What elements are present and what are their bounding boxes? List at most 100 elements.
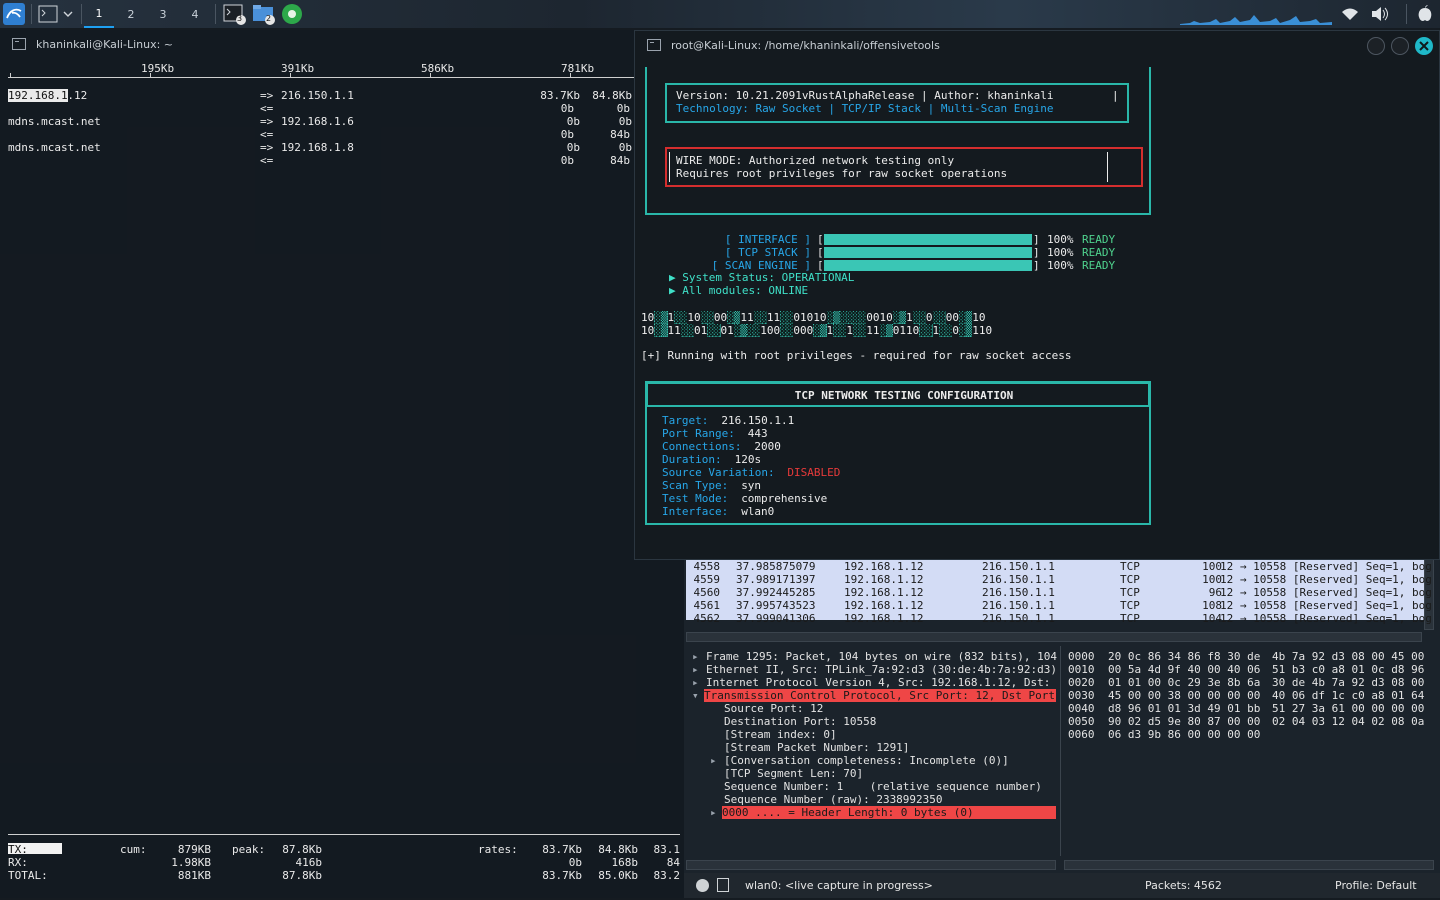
hex-bytes-b: 30 de 4b 7a 92 d3 08 00 xyxy=(1272,676,1425,689)
modules-online: ▶ All modules: ONLINE xyxy=(669,284,809,297)
packet-proto: TCP xyxy=(1120,612,1140,625)
hex-bytes-a: 01 01 00 0c 29 3e 8b 6a xyxy=(1108,676,1261,689)
close-icon xyxy=(1419,41,1429,51)
packet-src: 192.168.1.12 xyxy=(844,586,924,599)
scale-label-3: 586Kb xyxy=(421,62,455,75)
hex-bytes-b: 40 06 df 1c c0 a8 01 64 xyxy=(1272,689,1425,702)
packet-src: 192.168.1.12 xyxy=(844,573,924,586)
config-value: 2000 xyxy=(754,440,781,453)
flow-destination: 216.150.1.1 xyxy=(281,89,354,102)
profile-label[interactable]: Profile: Default xyxy=(1335,879,1417,892)
detail-ethernet[interactable]: Ethernet II, Src: TPLink_7a:92:d3 (30:de… xyxy=(706,663,1057,676)
detail-dst-port[interactable]: Destination Port: 10558 xyxy=(724,715,876,728)
volume-icon[interactable] xyxy=(1369,3,1391,25)
module-name: [ INTERFACE ] xyxy=(724,233,811,246)
hex-offset: 0040 xyxy=(1068,702,1095,715)
warning-line-2: Requires root privileges for raw socket … xyxy=(676,167,1008,180)
workspace-1[interactable]: 1 xyxy=(84,0,114,28)
packet-row[interactable]: 4560 37.992445285 192.168.1.12 216.150.1.1 T… xyxy=(686,586,1432,599)
maximize-button[interactable] xyxy=(1391,37,1409,55)
detail-conversation[interactable]: [Conversation completeness: Incomplete (… xyxy=(724,754,1009,767)
detail-seq[interactable]: Sequence Number: 1 (relative sequence nu… xyxy=(724,780,1042,793)
iftop-titlebar[interactable]: khaninkali@Kali-Linux: ~ xyxy=(0,30,684,58)
flow-arrow-out: => xyxy=(260,115,274,128)
hex-bytes-b: 51 27 3a 61 00 00 00 00 xyxy=(1272,702,1425,715)
packet-list: 4558 37.985875079 192.168.1.12 216.150.1.1 T… xyxy=(686,560,1432,625)
warning-line-1: WIRE MODE: Authorized network testing on… xyxy=(676,154,955,167)
packet-dst: 216.150.1.1 xyxy=(982,560,1055,573)
wifi-icon[interactable] xyxy=(1340,3,1360,25)
root-titlebar[interactable]: root@Kali-Linux: /home/khaninkali/offens… xyxy=(635,31,1440,59)
hex-bytes-b: 02 04 03 12 04 02 08 0a xyxy=(1272,715,1425,728)
module-state: READY xyxy=(1082,233,1116,246)
config-key: Duration: xyxy=(662,453,722,466)
power-menu-icon[interactable] xyxy=(1414,3,1436,25)
config-value: DISABLED xyxy=(787,466,841,479)
flow-destination: 192.168.1.8 xyxy=(281,141,354,154)
total-tx-value: 83.1 xyxy=(653,843,681,856)
terminal-task-icon[interactable]: 3 xyxy=(222,3,248,25)
packet-src: 192.168.1.12 xyxy=(844,560,924,573)
detail-ipv4[interactable]: Internet Protocol Version 4, Src: 192.16… xyxy=(706,676,1050,689)
module-percent: 100% xyxy=(1047,233,1074,246)
config-value: syn xyxy=(741,479,762,492)
terminal-launcher-icon[interactable] xyxy=(36,3,60,25)
packet-row[interactable]: 4559 37.989171397 192.168.1.12 216.150.1.1 T… xyxy=(686,573,1432,586)
flow-rate-2s: 83.7Kb xyxy=(540,89,580,102)
detail-frame[interactable]: Frame 1295: Packet, 104 bytes on wire (8… xyxy=(706,650,1057,663)
total-total-value: 85.0Kb xyxy=(598,869,638,882)
iftop-terminal-window: khaninkali@Kali-Linux: ~ 195Kb 391Kb 586… xyxy=(0,30,684,898)
packet-time: 37.985875079 xyxy=(736,560,816,573)
capture-comment-icon[interactable] xyxy=(717,878,729,892)
capture-status-dot-icon[interactable] xyxy=(696,879,709,892)
kali-menu-icon[interactable] xyxy=(2,3,26,25)
workspace-3[interactable]: 3 xyxy=(148,0,178,28)
flow-rate-2s: 0b xyxy=(566,141,580,154)
root-window-title: root@Kali-Linux: /home/khaninkali/offens… xyxy=(671,38,940,52)
detail-header-length[interactable]: 0000 .... = Header Length: 0 bytes (0) xyxy=(722,806,1056,819)
details-hscrollbar[interactable] xyxy=(686,860,1056,870)
packet-dst: 216.150.1.1 xyxy=(982,573,1055,586)
hex-offset: 0050 xyxy=(1068,715,1095,728)
detail-stream-index[interactable]: [Stream index: 0] xyxy=(724,728,837,741)
packet-row[interactable]: 4561 37.995743523 192.168.1.12 216.150.1.1 T… xyxy=(686,599,1432,612)
flow-rate-2s: 0b xyxy=(566,115,580,128)
packet-time: 37.992445285 xyxy=(736,586,816,599)
module-percent: 100% xyxy=(1047,246,1074,259)
module-name: [ TCP STACK ] xyxy=(724,246,811,259)
detail-tcp[interactable]: Transmission Control Protocol, Src Port:… xyxy=(704,689,1056,702)
detail-stream-packet[interactable]: [Stream Packet Number: 1291] xyxy=(724,741,909,754)
packet-row[interactable]: 4558 37.985875079 192.168.1.12 216.150.1.1 T… xyxy=(686,560,1432,573)
hex-offset: 0030 xyxy=(1068,689,1095,702)
minimize-button[interactable] xyxy=(1367,37,1385,55)
config-value: 120s xyxy=(734,453,762,466)
workspace-2[interactable]: 2 xyxy=(116,0,146,28)
tx-label: TX: xyxy=(8,843,28,856)
flow-rate-10s: 84.8Kb xyxy=(592,89,632,102)
detail-seq-raw[interactable]: Sequence Number (raw): 2338992350 xyxy=(724,793,943,806)
packet-dst: 216.150.1.1 xyxy=(982,599,1055,612)
hex-bytes-b: 4b 7a 92 d3 08 00 45 00 xyxy=(1272,650,1425,663)
config-key: Target: xyxy=(662,414,709,427)
close-button[interactable] xyxy=(1415,37,1433,55)
workspace-4[interactable]: 4 xyxy=(180,0,210,28)
detail-segment-len[interactable]: [TCP Segment Len: 70] xyxy=(724,767,863,780)
browser-task-icon[interactable] xyxy=(280,3,304,25)
hex-bytes-a: 45 00 00 38 00 00 00 00 xyxy=(1108,689,1261,702)
file-manager-task-icon[interactable]: 2 xyxy=(251,3,277,25)
packet-list-hscrollbar[interactable] xyxy=(686,632,1422,642)
flow-source: mdns.mcast.net xyxy=(8,141,101,154)
total-label: TOTAL: xyxy=(8,869,48,882)
bytes-hscrollbar[interactable] xyxy=(1064,860,1434,870)
flow-rate-in-2s: 0b xyxy=(560,102,574,115)
total-total-value: 83.2 xyxy=(653,869,681,882)
detail-src-port[interactable]: Source Port: 12 xyxy=(724,702,823,715)
module-state: READY xyxy=(1082,246,1116,259)
packet-time: 37.995743523 xyxy=(736,599,816,612)
root-terminal-window: root@Kali-Linux: /home/khaninkali/offens… xyxy=(634,30,1440,560)
chevron-down-icon[interactable] xyxy=(61,3,75,25)
packet-row[interactable]: 4562 37.999041306 192.168.1.12 216.150.1.1 T… xyxy=(686,612,1432,625)
config-key: Source Variation: xyxy=(662,466,775,479)
packet-time: 37.999041306 xyxy=(736,612,816,625)
total-total-value: 87.8Kb xyxy=(282,869,322,882)
